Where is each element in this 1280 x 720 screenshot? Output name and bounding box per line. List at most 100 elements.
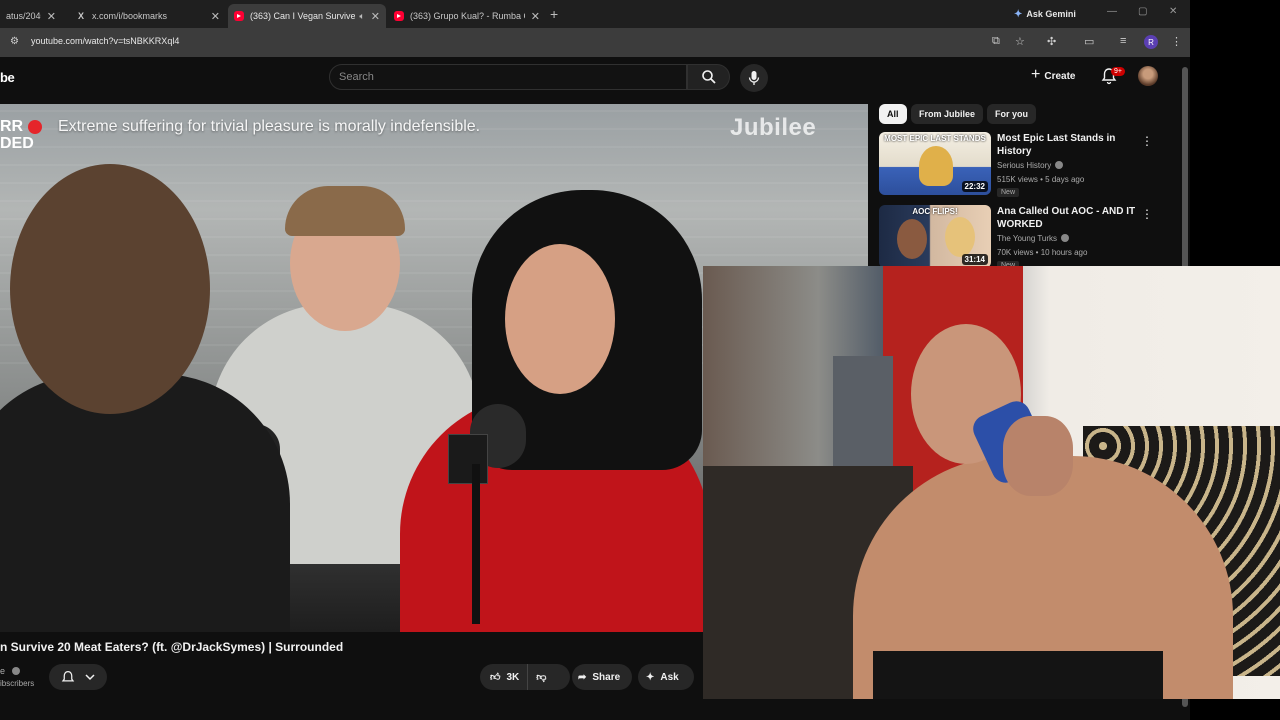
recommended-video[interactable]: MOST EPIC LAST STANDS 22:32 Most Epic La… — [879, 132, 1159, 198]
thumbnail-caption: AOC FLIPS! — [912, 207, 958, 216]
side-panel-icon[interactable]: ▭ — [1084, 35, 1094, 48]
video-metadata: 70K views • 10 hours ago — [997, 248, 1088, 257]
channel-name-text: Serious History — [997, 161, 1052, 170]
thumbs-up-icon: 👍︎ — [490, 672, 501, 683]
person-foreground-head — [10, 164, 210, 414]
person-hand — [1003, 416, 1073, 496]
install-app-icon[interactable]: ⧉ — [992, 35, 1000, 48]
like-dislike-group: 👍︎ 3K 👎︎ — [480, 664, 570, 690]
tab-twitter-status[interactable]: atus/2040 ✕ — [0, 4, 62, 28]
more-menu-icon[interactable]: ⋮ — [1171, 35, 1182, 48]
ask-button[interactable]: ✦ Ask — [638, 664, 694, 690]
tab-title: (363) Can I Vegan Survive — [250, 11, 356, 21]
site-info-icon[interactable]: ⚙︎ — [10, 36, 19, 47]
surrounded-logo-dot — [28, 120, 42, 134]
tab-youtube-vegan[interactable]: (363) Can I Vegan Survive 🔈︎ ✕ — [228, 4, 386, 28]
video-duration: 22:32 — [961, 181, 988, 192]
dark-shorts — [873, 651, 1163, 699]
person-red-shirt-face — [505, 244, 615, 394]
video-duration: 31:14 — [961, 254, 988, 265]
video-title[interactable]: Ana Called Out AOC - AND IT WORKED — [997, 205, 1137, 231]
more-actions-icon[interactable]: ⋮ — [1141, 134, 1153, 148]
video-overlay-caption: Extreme suffering for trivial pleasure i… — [58, 118, 481, 135]
tab-title: x.com/i/bookmarks — [92, 11, 168, 21]
ask-gemini-button[interactable]: ✦ Ask Gemini — [1014, 6, 1076, 22]
bell-icon — [61, 670, 75, 681]
verified-check-icon — [11, 667, 20, 675]
window-close-icon[interactable]: ✕ — [1169, 6, 1177, 17]
video-title: n Survive 20 Meat Eaters? (ft. @DrJackSy… — [0, 640, 344, 654]
thumbnail-caption: MOST EPIC LAST STANDS — [884, 134, 986, 143]
notification-preferences-button[interactable] — [49, 664, 107, 690]
thumbnail-figure — [919, 146, 953, 186]
tab-strip: atus/2040 ✕ X x.com/i/bookmarks ✕ (363) … — [0, 0, 1190, 28]
create-button[interactable]: + Create — [1031, 66, 1076, 84]
maximize-icon[interactable]: ▢ — [1138, 6, 1147, 17]
profile-avatar[interactable]: R — [1144, 35, 1158, 49]
like-button[interactable]: 👍︎ 3K — [480, 664, 529, 690]
verified-check-icon — [1061, 234, 1070, 242]
video-metadata: 515K views • 5 days ago — [997, 175, 1085, 184]
search-button[interactable] — [687, 64, 730, 90]
video-thumbnail[interactable]: AOC FLIPS! 31:14 — [879, 205, 991, 268]
address-bar[interactable]: youtube.com/watch?v=tsNBKKRXql4 — [31, 36, 179, 46]
plus-icon: + — [1031, 66, 1041, 83]
recommended-video[interactable]: AOC FLIPS! 31:14 Ana Called Out AOC - AN… — [879, 205, 1159, 271]
close-icon[interactable]: ✕ — [211, 10, 220, 23]
chip-from-jubilee[interactable]: From Jubilee — [911, 104, 984, 124]
mic-stand — [472, 464, 480, 624]
notification-count-badge: 9+ — [1111, 67, 1125, 76]
channel-name-fragment: e — [0, 666, 6, 676]
new-tab-button[interactable]: + — [550, 6, 558, 22]
share-button[interactable]: ➦ Share — [572, 664, 632, 690]
create-label: Create — [1044, 70, 1076, 82]
verified-check-icon — [1055, 161, 1064, 169]
more-actions-icon[interactable]: ⋮ — [1141, 207, 1153, 221]
search-input[interactable]: Search — [329, 64, 687, 90]
ask-gemini-label: Ask Gemini — [1026, 9, 1076, 19]
share-label: Share — [592, 671, 621, 683]
voice-search-button[interactable] — [740, 64, 768, 92]
minimize-icon[interactable]: — — [1107, 6, 1117, 17]
video-thumbnail[interactable]: MOST EPIC LAST STANDS 22:32 — [879, 132, 991, 195]
webcam-overlay — [703, 266, 1280, 699]
close-icon[interactable]: ✕ — [531, 10, 540, 23]
youtube-icon — [234, 11, 244, 21]
media-controls-icon[interactable]: ≡ — [1120, 35, 1126, 47]
channel-name[interactable]: e — [0, 666, 20, 676]
speaker-icon[interactable]: 🔈︎ — [359, 11, 364, 22]
ask-label: Ask — [660, 671, 679, 683]
gemini-sparkle-icon: ✦ — [1014, 8, 1023, 20]
browser-toolbar: ⚙︎ youtube.com/watch?v=tsNBKKRXql4 ⧉ ☆ ✣… — [0, 28, 1190, 57]
person-hoodie-hair — [285, 186, 405, 236]
youtube-logo[interactable]: be — [0, 70, 15, 85]
x-logo-icon: X — [77, 11, 84, 21]
new-badge: New — [997, 188, 1020, 197]
thumbnail-figure — [897, 219, 927, 259]
video-title[interactable]: Most Epic Last Stands in History — [997, 132, 1137, 158]
dislike-button[interactable]: 👎︎ — [528, 671, 554, 683]
person-foreground-shirt — [0, 374, 290, 632]
microphone-icon — [748, 71, 760, 85]
search-icon — [701, 70, 716, 84]
tab-youtube-grupo-kual[interactable]: (363) Grupo Kual? - Rumba Ch ✕ — [388, 4, 546, 28]
thumbnail-figure — [945, 217, 975, 257]
bookmark-star-icon[interactable]: ☆ — [1015, 35, 1025, 48]
account-avatar[interactable] — [1138, 66, 1158, 86]
close-icon[interactable]: ✕ — [47, 10, 56, 23]
tab-title: (363) Grupo Kual? - Rumba Ch — [410, 11, 525, 21]
extensions-icon[interactable]: ✣ — [1047, 35, 1056, 48]
mic-flag — [448, 434, 488, 484]
close-icon[interactable]: ✕ — [371, 10, 380, 23]
chip-for-you[interactable]: For you — [987, 104, 1036, 124]
tab-x-bookmarks[interactable]: X x.com/i/bookmarks ✕ — [70, 4, 226, 28]
chevron-down-icon — [85, 674, 95, 681]
jubilee-watermark: Jubilee — [730, 114, 817, 141]
channel-name-text: The Young Turks — [997, 234, 1058, 243]
like-count: 3K — [506, 671, 520, 683]
share-arrow-icon: ➦ — [578, 671, 587, 683]
channel-name[interactable]: Serious History — [997, 161, 1064, 170]
sparkle-icon: ✦ — [646, 671, 655, 683]
chip-all[interactable]: All — [879, 104, 907, 124]
channel-name[interactable]: The Young Turks — [997, 234, 1070, 243]
